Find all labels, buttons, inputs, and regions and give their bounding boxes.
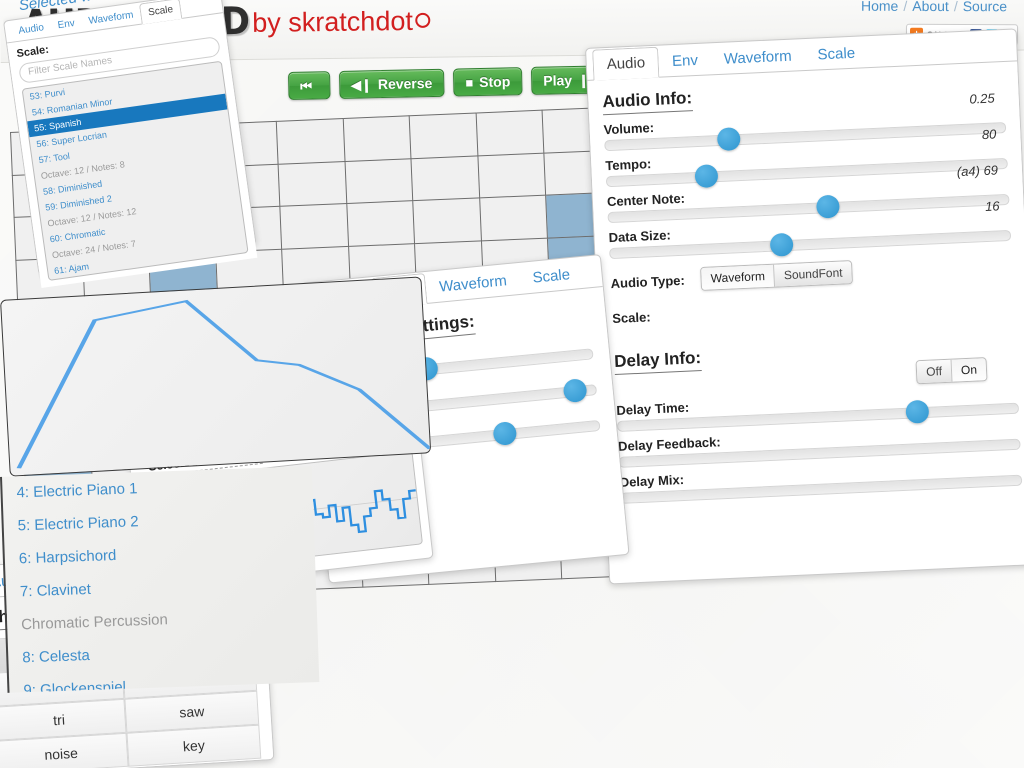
delay-field-list: Delay Time: Delay Feedback: Delay Mix: [616, 385, 1023, 504]
grid-cell[interactable] [344, 158, 414, 204]
tab-audio[interactable]: Audio [592, 46, 660, 81]
audio-settings-panel: Audio Env Waveform Scale Audio Info: Vol… [585, 28, 1024, 585]
grid-cell[interactable] [278, 161, 347, 207]
grid-cell[interactable] [342, 115, 412, 162]
tab-env[interactable]: Env [658, 45, 711, 76]
skip-back-icon: ⏮ [300, 78, 313, 94]
envelope-graph-svg [16, 299, 432, 469]
audio-type-label: Audio Type: [610, 272, 686, 291]
grid-cell[interactable] [411, 155, 480, 201]
grid-cell[interactable] [479, 195, 548, 241]
audio-value: 0.25 [969, 90, 996, 107]
scale-settings-panel: Selected waveform: string Audio Env Wave… [0, 0, 270, 297]
reverse-button[interactable]: ◀❙ Reverse [338, 68, 445, 99]
nav-separator-2: / [953, 0, 958, 15]
audio-value: (a4) 69 [956, 162, 999, 180]
reverse-label: Reverse [377, 74, 433, 93]
grid-cell[interactable] [477, 152, 546, 199]
delay-toggle-off[interactable]: Off [916, 359, 952, 384]
delay-toggle-on[interactable]: On [950, 358, 987, 382]
step-back-icon: ◀❙ [350, 76, 373, 93]
audio-type-option-waveform[interactable]: Waveform [701, 264, 775, 290]
delay-info-heading: Delay Info: [613, 348, 702, 375]
audio-info-heading: Audio Info: [602, 88, 693, 116]
grid-cell[interactable] [276, 118, 345, 164]
audio-panel-body: Audio Info: Volume: 0.25 Tempo: 80 Center No… [587, 60, 1024, 577]
transport-controls: ⏮ ◀❙Reverse ■Stop Play❙▶ [288, 65, 612, 100]
grid-cell[interactable] [409, 112, 478, 159]
audio-slider-handle[interactable] [694, 164, 719, 189]
audio-scale-label: Scale: [611, 309, 651, 327]
audio-value: 16 [984, 198, 1000, 215]
stop-square-icon: ■ [465, 74, 474, 90]
env-slider-handle[interactable] [491, 421, 518, 447]
main-nav: Home / About / Source [858, 0, 1010, 14]
site-byline: by skratchdot [252, 6, 430, 39]
envelope-graph-panel [0, 276, 432, 477]
audio-value: 80 [981, 126, 997, 143]
waveform-option[interactable]: kеy [126, 724, 262, 767]
env-tab-scale[interactable]: Scale [518, 259, 584, 294]
audio-slider-handle[interactable] [769, 232, 794, 257]
nav-about[interactable]: About [909, 0, 952, 14]
stop-button[interactable]: ■ Stop [453, 67, 523, 97]
audio-slider-handle[interactable] [716, 127, 741, 152]
tab-waveform[interactable]: Waveform [710, 41, 805, 74]
delay-toggle[interactable]: Off On [915, 357, 988, 385]
grid-cell[interactable] [413, 198, 482, 244]
play-label: Play [543, 72, 573, 89]
audio-type-row: Audio Type: Waveform SoundFont [610, 253, 1013, 295]
scale-panel-box: Audio Env Waveform Scale Scale: Filter S… [2, 0, 258, 289]
dot-icon [414, 12, 430, 28]
scale-list[interactable]: 53: Purvi 54: Romanian Minor 55: Spanish 56… [21, 60, 249, 281]
app-stage: AUDIO GRID by skratchdot Home/About/Sour… [0, 0, 1024, 768]
scale-panel-body: Scale: Filter Scale Names 53: Purvi 54: R… [6, 12, 258, 289]
instrument-list-panel[interactable]: 4: Electric Piano 1 5: Electric Piano 2 6:… [0, 466, 320, 693]
delay-info-section: Delay Info: Off On Delay Time: Delay Feed… [613, 334, 1023, 504]
rewind-button[interactable]: ⏮ [288, 71, 331, 100]
delay-slider-handle[interactable] [905, 399, 930, 424]
nav-source[interactable]: Source [960, 0, 1010, 14]
audio-field-list: Volume: 0.25 Tempo: 80 Center Note: (a4) 69 Da… [603, 90, 1012, 260]
byline-text: by skratchdot [252, 5, 414, 38]
nav-home[interactable]: Home [858, 0, 901, 14]
audio-slider-handle[interactable] [815, 194, 840, 219]
stop-label: Stop [479, 73, 511, 90]
audio-type-toggle[interactable]: Waveform SoundFont [700, 260, 854, 291]
grid-cell[interactable] [475, 110, 545, 156]
grid-cell[interactable] [280, 203, 349, 250]
instrument-list[interactable]: 4: Electric Piano 1 5: Electric Piano 2 6:… [2, 466, 319, 693]
grid-cell[interactable] [346, 200, 415, 247]
audio-type-option-soundfont[interactable]: SoundFont [773, 261, 853, 287]
tab-scale[interactable]: Scale [804, 38, 869, 70]
